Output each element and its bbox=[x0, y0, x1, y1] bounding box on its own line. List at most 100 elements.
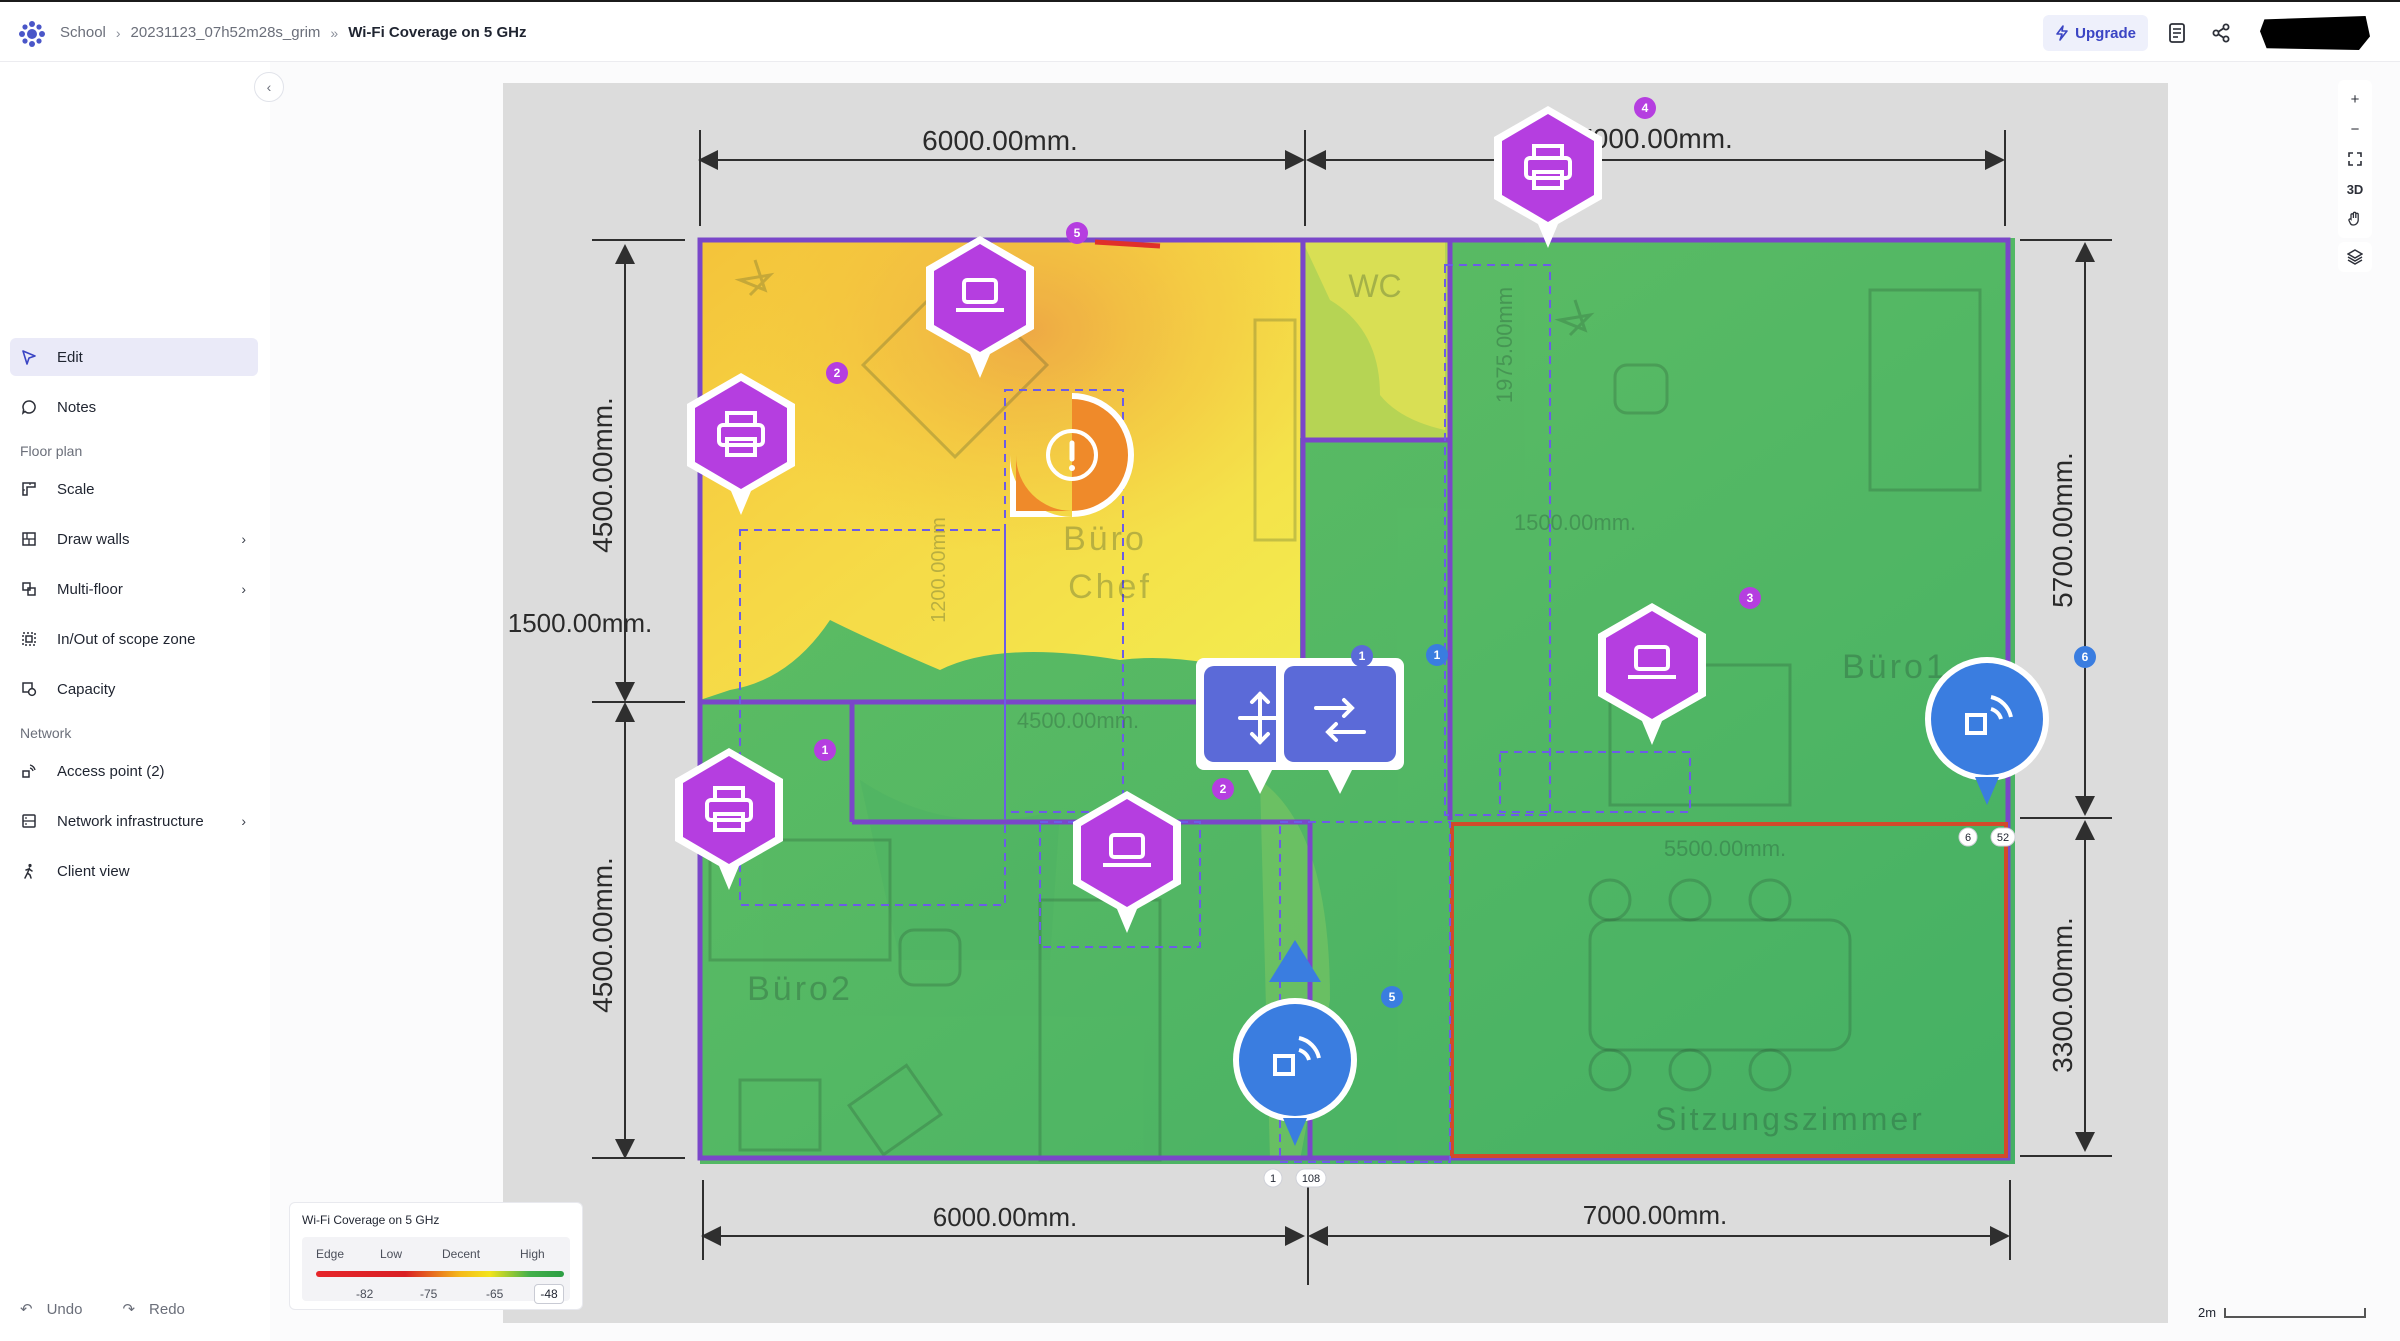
channel-chip: 52 bbox=[1990, 827, 2016, 847]
sidebar-item-scope-zone[interactable]: In/Out of scope zone bbox=[10, 620, 258, 658]
collapse-sidebar-button[interactable]: ‹ bbox=[254, 72, 284, 102]
svg-text:2: 2 bbox=[834, 366, 841, 380]
redo-button[interactable]: ↷ Redo bbox=[122, 1300, 185, 1319]
3d-view-button[interactable]: 3D bbox=[2342, 176, 2368, 202]
dimension-bottom-left: 6000.00mm. bbox=[933, 1202, 1078, 1232]
walls-icon bbox=[20, 530, 38, 548]
zoom-out-button[interactable]: − bbox=[2342, 116, 2368, 142]
channel-chip: 108 bbox=[1295, 1168, 1327, 1188]
room-label-wc: WC bbox=[1348, 268, 1401, 304]
dimension-bottom-right: 7000.00mm. bbox=[1583, 1200, 1728, 1230]
chevron-right-icon: › bbox=[241, 531, 246, 547]
upgrade-button[interactable]: Upgrade bbox=[2043, 15, 2148, 51]
comment-icon bbox=[20, 398, 38, 416]
dimension-inner-4500: 4500.00mm. bbox=[1017, 708, 1139, 733]
badge-blue[interactable]: 1 bbox=[1426, 644, 1448, 666]
redo-label: Redo bbox=[149, 1300, 185, 1318]
floor-plan[interactable]: 6000.00mm. 7000.00mm. 6000.00mm. 7000.00… bbox=[503, 83, 2168, 1323]
breadcrumb-current: Wi-Fi Coverage on 5 GHz bbox=[348, 24, 527, 41]
svg-text:6: 6 bbox=[1965, 832, 1971, 844]
layers-icon[interactable] bbox=[2338, 242, 2372, 272]
share-icon[interactable] bbox=[2206, 18, 2236, 48]
sidebar-item-label: Scale bbox=[57, 480, 95, 498]
svg-text:1: 1 bbox=[1359, 649, 1366, 663]
multi-floor-icon bbox=[20, 580, 38, 598]
sidebar-item-label: Notes bbox=[57, 398, 97, 416]
svg-text:6: 6 bbox=[2082, 650, 2089, 664]
badge-purple[interactable]: 1 bbox=[814, 739, 836, 761]
chevron-right-icon: › bbox=[241, 581, 246, 597]
scale-label: 2m bbox=[2198, 1305, 2217, 1320]
double-chevron-right-icon: » bbox=[330, 24, 339, 41]
svg-text:5: 5 bbox=[1389, 990, 1396, 1004]
sidebar-item-label: In/Out of scope zone bbox=[57, 630, 196, 648]
sidebar-item-label: Multi-floor bbox=[57, 580, 123, 598]
sidebar-item-client-view[interactable]: Client view bbox=[10, 852, 258, 890]
sidebar-item-access-point[interactable]: Access point (2) bbox=[10, 752, 258, 790]
undo-button[interactable]: ↶ Undo bbox=[20, 1300, 83, 1319]
sidebar-item-capacity[interactable]: Capacity bbox=[10, 670, 258, 708]
room-label-buero2: Büro2 bbox=[747, 970, 853, 1008]
upgrade-label: Upgrade bbox=[2075, 24, 2136, 42]
chevron-left-icon: ‹ bbox=[266, 79, 272, 95]
sidebar-item-draw-walls[interactable]: Draw walls › bbox=[10, 520, 258, 558]
room-label-buero1: Büro1 bbox=[1842, 648, 1948, 686]
sidebar-item-notes[interactable]: Notes bbox=[10, 388, 258, 426]
badge-blue[interactable]: 1 bbox=[1351, 645, 1373, 667]
app-logo-icon[interactable] bbox=[18, 20, 46, 48]
scope-zone-icon bbox=[20, 630, 38, 648]
report-icon[interactable] bbox=[2162, 18, 2192, 48]
legend-title: Wi-Fi Coverage on 5 GHz bbox=[302, 1213, 440, 1227]
legend-box: Edge Low Decent High -82 -75 -65 -48 bbox=[302, 1237, 570, 1304]
dimension-right-bottom: 3300.00mm. bbox=[2047, 917, 2078, 1073]
history-controls: ↶ Undo ↷ Redo bbox=[20, 1300, 185, 1319]
badge-blue[interactable]: 5 bbox=[1381, 986, 1403, 1008]
sidebar-item-label: Draw walls bbox=[57, 530, 130, 548]
sidebar-item-multi-floor[interactable]: Multi-floor › bbox=[10, 570, 258, 608]
section-floor-plan: Floor plan bbox=[20, 443, 83, 459]
sidebar-item-scale[interactable]: Scale bbox=[10, 470, 258, 508]
badge-purple[interactable]: 4 bbox=[1634, 97, 1656, 119]
badge-purple[interactable]: 2 bbox=[1212, 778, 1234, 800]
dimension-inner-1500: 1500.00mm. bbox=[1514, 510, 1636, 535]
legend-threshold-handle[interactable]: -48 bbox=[534, 1284, 564, 1304]
sidebar-item-network-infrastructure[interactable]: Network infrastructure › bbox=[10, 802, 258, 840]
badge-blue[interactable]: 6 bbox=[2074, 646, 2096, 668]
map-scale: 2m bbox=[2198, 1305, 2367, 1320]
legend-category: High bbox=[520, 1247, 545, 1261]
svg-text:108: 108 bbox=[1302, 1173, 1320, 1185]
svg-text:1: 1 bbox=[1270, 1173, 1276, 1185]
legend-value: -75 bbox=[420, 1287, 438, 1301]
legend-category: Decent bbox=[442, 1247, 481, 1261]
lightning-icon bbox=[2056, 25, 2068, 41]
sidebar-item-label: Client view bbox=[57, 862, 130, 880]
fullscreen-icon[interactable] bbox=[2342, 146, 2368, 172]
channel-chip: 1 bbox=[1263, 1168, 1283, 1188]
user-menu-redacted[interactable] bbox=[2260, 16, 2370, 50]
dimension-left-mid: 1500.00mm. bbox=[508, 608, 653, 638]
coverage-legend: Wi-Fi Coverage on 5 GHz Edge Low Decent … bbox=[289, 1202, 583, 1310]
capacity-icon bbox=[20, 680, 38, 698]
badge-purple[interactable]: 3 bbox=[1739, 587, 1761, 609]
map-toolbar: + − 3D bbox=[2338, 80, 2372, 238]
hand-icon[interactable] bbox=[2342, 206, 2368, 232]
badge-purple[interactable]: 2 bbox=[826, 362, 848, 384]
dimension-left-bottom: 4500.00mm. bbox=[587, 857, 618, 1013]
room-label-sitzungszimmer: Sitzungszimmer bbox=[1655, 1101, 1925, 1137]
badge-purple[interactable]: 5 bbox=[1066, 222, 1088, 244]
legend-gradient-bar bbox=[316, 1271, 564, 1277]
ruler-icon bbox=[20, 480, 38, 498]
dimension-left-top: 4500.00mm. bbox=[587, 397, 618, 553]
sidebar-item-edit[interactable]: Edit bbox=[10, 338, 258, 376]
legend-value: -65 bbox=[486, 1287, 504, 1301]
zoom-in-button[interactable]: + bbox=[2342, 86, 2368, 112]
undo-label: Undo bbox=[46, 1300, 83, 1318]
svg-text:1: 1 bbox=[822, 743, 829, 757]
legend-category: Low bbox=[380, 1247, 403, 1261]
breadcrumb-item-plan[interactable]: 20231123_07h52m28s_grim bbox=[131, 24, 321, 41]
svg-text:3: 3 bbox=[1747, 591, 1754, 605]
sidebar-item-label: Access point (2) bbox=[57, 762, 165, 780]
breadcrumb-item-project[interactable]: School bbox=[60, 24, 106, 41]
sidebar-item-label: Network infrastructure bbox=[57, 812, 204, 830]
top-bar: School › 20231123_07h52m28s_grim » Wi-Fi… bbox=[0, 0, 2400, 62]
